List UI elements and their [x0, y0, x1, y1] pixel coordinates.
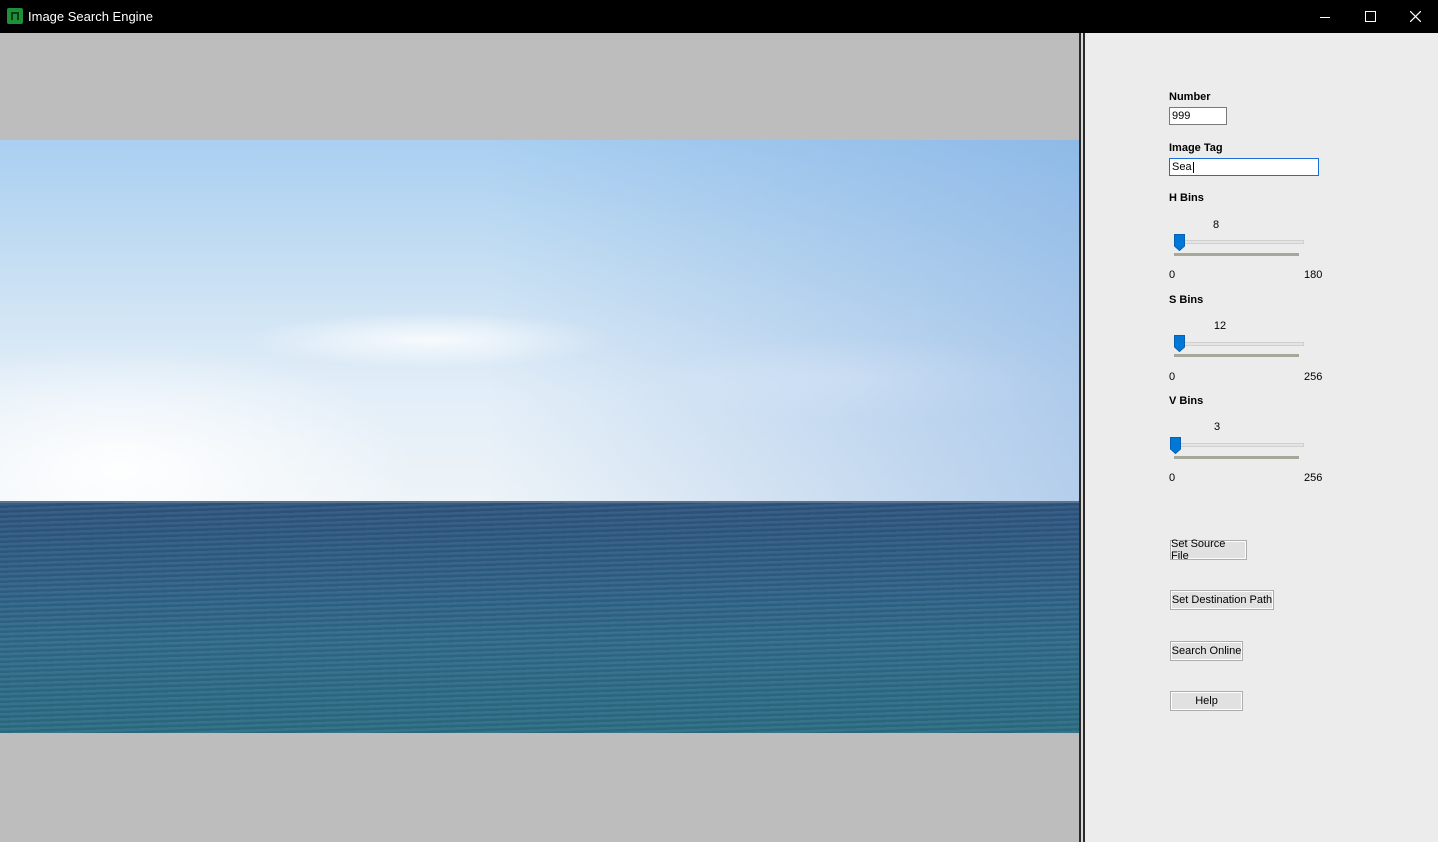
result-image[interactable]	[0, 140, 1079, 733]
maximize-button[interactable]	[1347, 0, 1393, 33]
v-bins-max: 256	[1304, 472, 1323, 484]
minimize-icon	[1320, 16, 1330, 18]
h-bins-slider-base	[1174, 253, 1299, 256]
splitter-highlight	[1081, 33, 1083, 842]
h-bins-slider-track[interactable]	[1174, 240, 1304, 244]
h-bins-min: 0	[1169, 269, 1176, 281]
app-icon	[7, 8, 23, 24]
set-destination-path-button[interactable]: Set Destination Path	[1170, 590, 1274, 610]
sea-region	[0, 503, 1079, 733]
s-bins-slider-thumb[interactable]	[1174, 335, 1185, 352]
h-bins-max: 180	[1304, 269, 1323, 281]
search-online-button[interactable]: Search Online	[1170, 641, 1243, 661]
h-bins-slider-thumb[interactable]	[1174, 234, 1185, 251]
sky-shade	[0, 140, 1079, 502]
image-tag-label: Image Tag	[1169, 142, 1223, 154]
window-title: Image Search Engine	[28, 9, 154, 24]
v-bins-min: 0	[1169, 472, 1176, 484]
v-bins-slider-track[interactable]	[1174, 443, 1304, 447]
v-bins-value: 3	[1213, 421, 1221, 433]
text-caret	[1192, 161, 1194, 173]
s-bins-max: 256	[1304, 371, 1323, 383]
h-bins-value: 8	[1212, 219, 1220, 231]
image-tag-field[interactable]: Sea	[1169, 158, 1319, 176]
v-bins-slider-thumb[interactable]	[1170, 437, 1181, 454]
image-tag-value: Sea	[1172, 161, 1192, 173]
s-bins-slider-base	[1174, 354, 1299, 357]
close-button[interactable]	[1392, 0, 1438, 33]
help-button[interactable]: Help	[1170, 691, 1243, 711]
s-bins-label: S Bins	[1169, 294, 1204, 306]
number-label: Number	[1169, 91, 1211, 103]
minimize-button[interactable]	[1302, 0, 1348, 33]
close-icon	[1409, 11, 1421, 22]
image-viewer	[0, 33, 1079, 842]
s-bins-slider-track[interactable]	[1174, 342, 1304, 346]
set-source-file-button[interactable]: Set Source File	[1170, 538, 1247, 562]
h-bins-label: H Bins	[1169, 192, 1204, 204]
s-bins-value: 12	[1213, 320, 1227, 332]
number-field[interactable]	[1169, 107, 1227, 125]
v-bins-label: V Bins	[1169, 395, 1204, 407]
control-panel: Number Image Tag Sea H Bins 8 0 180 S Bi…	[1085, 33, 1438, 842]
v-bins-slider-base	[1174, 456, 1299, 459]
maximize-icon	[1364, 11, 1376, 22]
title-bar[interactable]: Image Search Engine	[0, 0, 1438, 33]
s-bins-min: 0	[1169, 371, 1176, 383]
